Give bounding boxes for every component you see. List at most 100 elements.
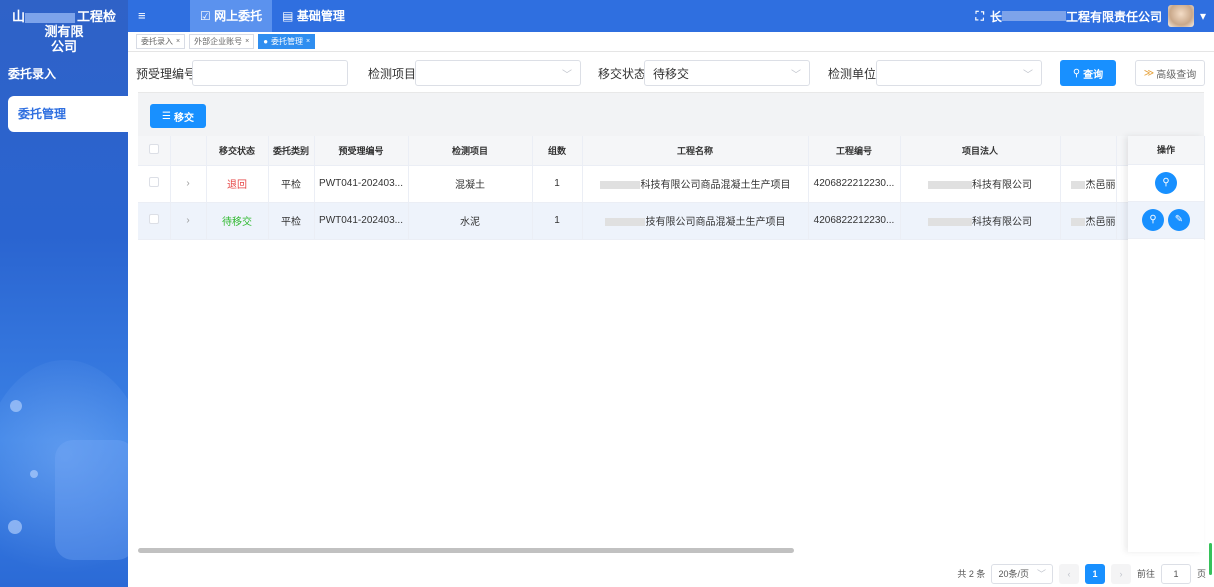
search-icon: ⚲ (1149, 214, 1157, 225)
table-row[interactable]: › 待移交 平检 PWT041-202403... 水泥 1 技有限公司商品混凝… (138, 202, 1205, 240)
query-button[interactable]: ⚲ 查询 (1060, 60, 1116, 86)
pagination: 共 2 条 20条/页 ﹀ ‹ 1 › 前往 1 页 (128, 560, 1214, 587)
expand-chevron-icon[interactable]: › (170, 202, 207, 240)
preacceptance-input[interactable] (192, 60, 348, 86)
sidebar: 山工程检测有限 公司 委托录入 委托管理 (0, 0, 128, 587)
pencil-icon: ✎ (1174, 214, 1184, 225)
scrollbar-thumb[interactable] (138, 548, 794, 553)
list-icon: ☰ (162, 110, 171, 122)
item-select[interactable]: ﹀ (415, 60, 581, 86)
table-row[interactable]: › 退回 平检 PWT041-202403... 混凝土 1 科技有限公司商品混… (138, 165, 1205, 203)
table-toolbar: ☰ 移交 (138, 92, 1204, 136)
tab-entrust-entry[interactable]: 委托录入 × (136, 34, 186, 49)
expand-chevron-icon[interactable]: › (170, 165, 207, 203)
horizontal-scrollbar[interactable] (138, 548, 1128, 554)
groups-cell: 1 (532, 202, 583, 240)
goto-page-input[interactable]: 1 (1160, 563, 1191, 584)
column-header[interactable]: 移交状态 (206, 136, 269, 166)
app-logo-title: 山工程检测有限 公司 (11, 9, 117, 54)
column-header[interactable]: 组数 (532, 136, 583, 166)
status-select[interactable]: 待移交 ﹀ (644, 60, 810, 86)
edit-icon: ☑ (200, 9, 211, 23)
sidebar-item-entrust-management[interactable]: 委托管理 (8, 96, 128, 132)
tab-external-account[interactable]: 外部企业账号 × (189, 34, 255, 49)
view-button[interactable]: ⚲ (1142, 209, 1164, 231)
close-icon[interactable]: × (245, 35, 249, 48)
page-size-select[interactable]: 20条/页 ﹀ (991, 563, 1053, 584)
page-unit: 页 (1196, 569, 1206, 579)
extra-cell: 杰邑丽 (1060, 165, 1117, 203)
view-button[interactable]: ⚲ (1155, 172, 1177, 194)
decoration-dot (8, 520, 22, 534)
operations-column: 操作 ⚲ ⚲ ✎ (1128, 136, 1204, 552)
column-header: 操作 (1128, 136, 1204, 165)
operations-row: ⚲ (1128, 165, 1204, 202)
column-header[interactable]: 项目法人 (900, 136, 1061, 166)
category-cell: 平检 (268, 165, 315, 203)
menu-toggle-icon[interactable]: ≡ (138, 8, 146, 23)
column-header[interactable]: 工程名称 (582, 136, 809, 166)
top-bar: ≡ ☑ 网上委托 ▤ 基础管理 ⛶ 长工程有限责任公司 ▾ (128, 0, 1214, 32)
nav-basic-management[interactable]: ▤ 基础管理 (272, 0, 355, 32)
decoration-dot (30, 470, 38, 478)
operations-row: ⚲ ✎ (1128, 202, 1204, 239)
preacceptance-cell: PWT041-202403... (314, 165, 409, 203)
item-label: 检测项目 (368, 67, 417, 81)
advanced-query-button[interactable]: ≫ 高级查询 (1135, 60, 1205, 86)
row-checkbox[interactable] (148, 177, 159, 187)
project-no-cell: 4206822212230... (808, 165, 901, 203)
avatar[interactable] (1167, 5, 1194, 27)
close-icon[interactable]: × (306, 35, 310, 48)
table-header: 移交状态 委托类别 预受理编号 检测项目 组数 工程名称 工程编号 项目法人 (138, 136, 1205, 166)
select-all-checkbox[interactable] (148, 144, 159, 155)
nav-online-entrust[interactable]: ☑ 网上委托 (190, 0, 273, 32)
column-header[interactable]: 委托类别 (268, 136, 315, 166)
item-cell: 水泥 (408, 202, 533, 240)
chevron-down-icon: ﹀ (1023, 69, 1033, 81)
total-count: 共 2 条 (957, 569, 986, 579)
data-table: 移交状态 委托类别 预受理编号 检测项目 组数 工程名称 工程编号 项目法人 ›… (138, 136, 1205, 240)
double-chevron-icon: ≫ (1143, 67, 1155, 79)
unit-select[interactable]: ﹀ (876, 60, 1042, 86)
sidebar-flask-decoration (55, 440, 128, 560)
chevron-down-icon: ﹀ (791, 69, 801, 81)
column-header[interactable]: 工程编号 (808, 136, 901, 166)
close-icon[interactable]: × (176, 35, 180, 48)
next-page-button[interactable]: › (1110, 563, 1131, 584)
groups-cell: 1 (532, 165, 583, 203)
unit-label: 检测单位 (828, 67, 877, 81)
search-icon: ⚲ (1072, 67, 1081, 79)
side-indicator (1209, 543, 1212, 575)
preacceptance-cell: PWT041-202403... (314, 202, 409, 240)
item-cell: 混凝土 (408, 165, 533, 203)
column-header[interactable]: 预受理编号 (314, 136, 409, 166)
page-number[interactable]: 1 (1084, 563, 1105, 584)
project-name-cell: 科技有限公司商品混凝土生产项目 (582, 165, 809, 203)
search-icon: ⚲ (1162, 177, 1170, 188)
goto-label: 前往 (1136, 569, 1155, 579)
owner-cell: 科技有限公司 (900, 202, 1061, 240)
sidebar-item-entrust-entry[interactable]: 委托录入 (0, 56, 128, 92)
transfer-button[interactable]: ☰ 移交 (150, 104, 206, 128)
project-name-cell: 技有限公司商品混凝土生产项目 (582, 202, 809, 240)
fullscreen-icon[interactable]: ⛶ (976, 9, 984, 24)
tab-entrust-management[interactable]: ● 委托管理 × (258, 34, 316, 49)
chevron-down-icon: ﹀ (1036, 569, 1046, 579)
preacceptance-label: 预受理编号 (136, 67, 197, 81)
project-no-cell: 4206822212230... (808, 202, 901, 240)
extra-cell: 杰邑丽 (1060, 202, 1117, 240)
row-checkbox[interactable] (148, 214, 159, 224)
edit-button[interactable]: ✎ (1168, 209, 1190, 231)
decoration-dot (10, 400, 22, 412)
status-label: 移交状态 (598, 67, 647, 81)
chevron-down-icon[interactable]: ▾ (1200, 9, 1206, 23)
column-header[interactable]: 检测项目 (408, 136, 533, 166)
chevron-down-icon: ﹀ (562, 69, 572, 81)
table-panel: ☰ 移交 移交状态 委托类别 预受理编号 检测项目 组数 工程名称 工程编号 项目… (138, 92, 1205, 554)
prev-page-button[interactable]: ‹ (1058, 563, 1079, 584)
transfer-status: 退回 (206, 165, 269, 203)
document-icon: ▤ (282, 9, 294, 23)
category-cell: 平检 (268, 202, 315, 240)
user-company[interactable]: 长工程有限责任公司 (990, 8, 1162, 25)
transfer-status: 待移交 (206, 202, 269, 240)
